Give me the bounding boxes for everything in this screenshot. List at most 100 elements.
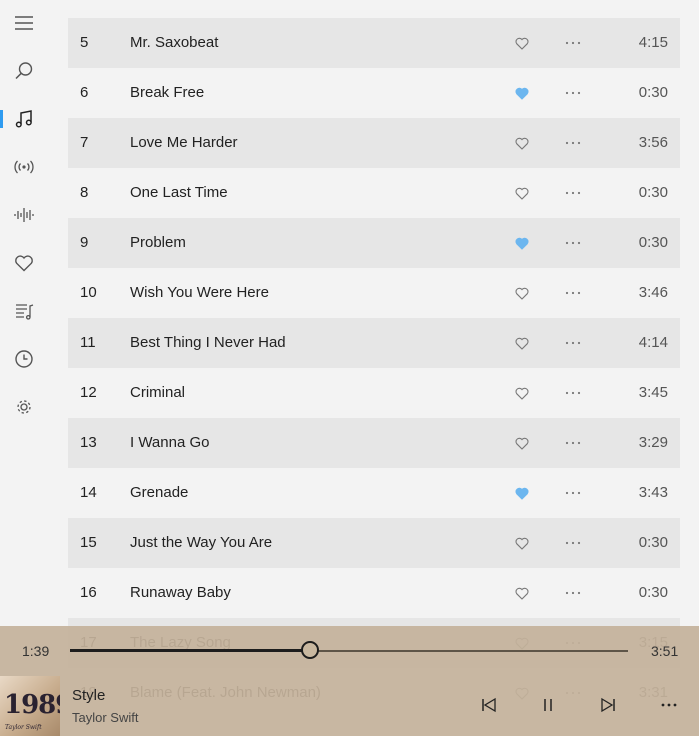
track-title: Mr. Saxobeat xyxy=(130,34,219,51)
more-icon xyxy=(565,491,581,495)
album-art-signature: Taylor Swift xyxy=(5,724,42,731)
track-more-button[interactable] xyxy=(565,535,581,551)
track-number: 8 xyxy=(80,184,89,201)
track-row[interactable]: 11 Best Thing I Never Had 4:14 xyxy=(68,318,680,368)
heart-icon[interactable] xyxy=(514,585,530,601)
track-more-button[interactable] xyxy=(565,235,581,251)
track-more-button[interactable] xyxy=(565,385,581,401)
heart-filled-icon[interactable] xyxy=(514,85,530,101)
track-row[interactable]: 15 Just the Way You Are 0:30 xyxy=(68,518,680,568)
next-icon xyxy=(601,697,615,713)
track-title: I Wanna Go xyxy=(130,434,210,451)
heart-icon xyxy=(15,255,33,272)
heart-icon[interactable] xyxy=(514,385,530,401)
search-button[interactable] xyxy=(0,51,48,91)
seek-progress xyxy=(70,649,310,652)
track-number: 5 xyxy=(80,34,89,51)
track-row[interactable]: 5 Mr. Saxobeat 4:15 xyxy=(68,18,680,68)
track-row[interactable]: 4 Sorry xyxy=(68,0,680,18)
more-icon xyxy=(565,91,581,95)
more-icon xyxy=(565,541,581,545)
album-art[interactable]: 1989 Taylor Swift xyxy=(0,676,60,736)
track-row[interactable]: 8 One Last Time 0:30 xyxy=(68,168,680,218)
track-title: One Last Time xyxy=(130,184,228,201)
heart-icon[interactable] xyxy=(514,0,530,1)
heart-icon[interactable] xyxy=(514,135,530,151)
track-row[interactable]: 6 Break Free 0:30 xyxy=(68,68,680,118)
player-bar: 1:39 3:51 1989 Taylor Swift Style Taylor… xyxy=(0,626,699,736)
track-title: Problem xyxy=(130,234,186,251)
track-title: Sorry xyxy=(130,0,166,18)
pause-button[interactable] xyxy=(537,694,559,716)
track-duration: 3:56 xyxy=(638,134,668,151)
track-duration: 3:29 xyxy=(638,434,668,451)
track-duration: 3:43 xyxy=(638,484,668,501)
heart-icon[interactable] xyxy=(514,285,530,301)
seek-bar[interactable] xyxy=(70,641,628,659)
more-icon xyxy=(565,291,581,295)
track-duration: 4:14 xyxy=(638,334,668,351)
track-more-button[interactable] xyxy=(565,135,581,151)
heart-icon[interactable] xyxy=(514,35,530,51)
track-row[interactable]: 10 Wish You Were Here 3:46 xyxy=(68,268,680,318)
settings-icon xyxy=(17,400,31,414)
more-options-button[interactable] xyxy=(658,694,680,716)
nav-settings-button[interactable] xyxy=(0,387,48,427)
track-more-button[interactable] xyxy=(565,335,581,351)
track-row[interactable]: 12 Criminal 3:45 xyxy=(68,368,680,418)
track-number: 13 xyxy=(80,434,97,451)
track-more-button[interactable] xyxy=(565,435,581,451)
more-icon xyxy=(565,441,581,445)
nav-music-button[interactable] xyxy=(0,99,48,139)
music-note-icon xyxy=(15,110,32,128)
radio-icon xyxy=(14,160,34,174)
heart-icon[interactable] xyxy=(514,185,530,201)
next-button[interactable] xyxy=(597,694,619,716)
more-icon xyxy=(565,591,581,595)
current-time: 1:39 xyxy=(22,643,50,659)
now-playing-artist[interactable]: Taylor Swift xyxy=(72,710,138,725)
heart-filled-icon[interactable] xyxy=(514,235,530,251)
track-more-button[interactable] xyxy=(565,35,581,51)
nav-playlists-button[interactable] xyxy=(0,291,48,331)
playlist-icon xyxy=(16,304,34,320)
track-more-button[interactable] xyxy=(565,285,581,301)
track-row[interactable]: 13 I Wanna Go 3:29 xyxy=(68,418,680,468)
track-more-button[interactable] xyxy=(565,85,581,101)
more-icon xyxy=(565,191,581,195)
track-row[interactable]: 7 Love Me Harder 3:56 xyxy=(68,118,680,168)
seek-thumb[interactable] xyxy=(301,641,319,659)
track-row[interactable]: 9 Problem 0:30 xyxy=(68,218,680,268)
previous-icon xyxy=(482,697,496,713)
nav-radio-button[interactable] xyxy=(0,147,48,187)
previous-button[interactable] xyxy=(478,694,500,716)
track-row[interactable]: 16 Runaway Baby 0:30 xyxy=(68,568,680,618)
nav-visualizer-button[interactable] xyxy=(0,195,48,235)
track-number: 15 xyxy=(80,534,97,551)
track-more-button[interactable] xyxy=(565,485,581,501)
heart-icon[interactable] xyxy=(514,435,530,451)
nav-favorites-button[interactable] xyxy=(0,243,48,283)
track-number: 9 xyxy=(80,234,89,251)
nav-recent-button[interactable] xyxy=(0,339,48,379)
menu-button[interactable] xyxy=(0,3,48,43)
heart-filled-icon[interactable] xyxy=(514,485,530,501)
track-duration: 0:30 xyxy=(638,584,668,601)
track-title: Criminal xyxy=(130,384,186,401)
track-number: 7 xyxy=(80,134,89,151)
track-title: Love Me Harder xyxy=(130,134,238,151)
heart-icon[interactable] xyxy=(514,535,530,551)
track-more-button[interactable] xyxy=(565,585,581,601)
track-more-button[interactable] xyxy=(565,185,581,201)
heart-icon[interactable] xyxy=(514,335,530,351)
track-number: 4 xyxy=(80,0,88,18)
track-duration: 3:46 xyxy=(638,284,668,301)
track-row[interactable]: 14 Grenade 3:43 xyxy=(68,468,680,518)
now-playing-title[interactable]: Style xyxy=(72,687,105,704)
track-title: Best Thing I Never Had xyxy=(130,334,286,351)
track-number: 16 xyxy=(80,584,97,601)
track-more-button[interactable] xyxy=(565,0,581,1)
more-icon xyxy=(565,391,581,395)
track-duration: 0:30 xyxy=(638,234,668,251)
more-icon xyxy=(565,41,581,45)
